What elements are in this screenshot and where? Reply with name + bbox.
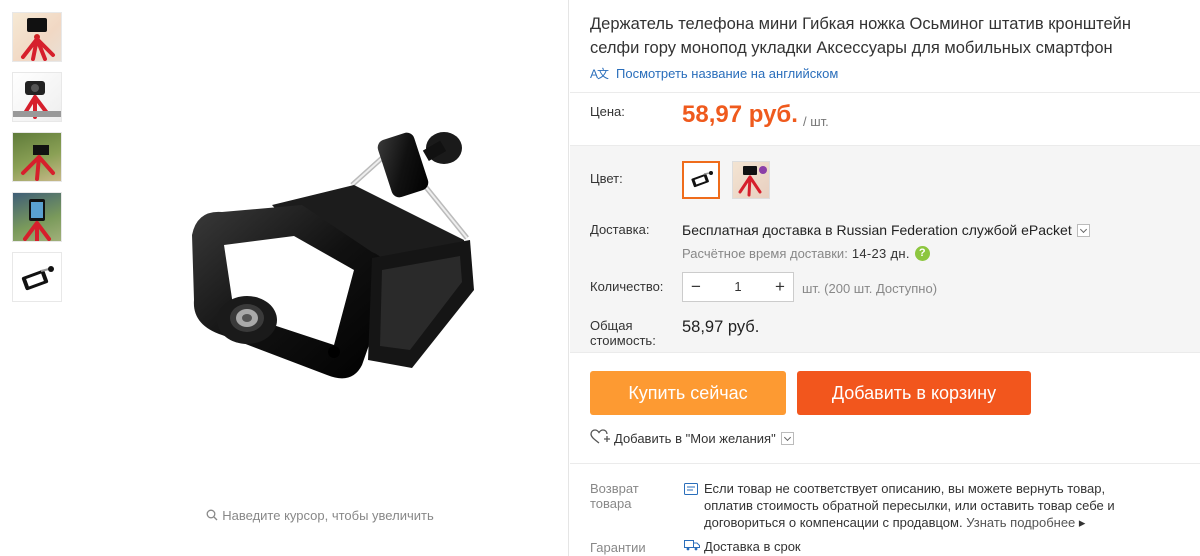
quantity-input[interactable] — [709, 273, 767, 301]
translate-link-text[interactable]: Посмотреть название на английском — [616, 66, 838, 81]
quantity-minus-button[interactable]: − — [683, 273, 709, 301]
wishlist-text: Добавить в "Мои желания" — [614, 431, 776, 446]
column-divider — [568, 0, 569, 556]
color-label: Цвет: — [590, 171, 623, 186]
main-product-image[interactable]: Наведите курсор, чтобы увеличить — [72, 0, 568, 556]
translate-link[interactable]: A文 Посмотреть название на английском — [590, 65, 838, 82]
delivery-estimate: Расчётное время доставки: 14-23 дн. ? — [682, 246, 930, 261]
thumbnail-5[interactable] — [12, 252, 62, 302]
color-swatch-tripod[interactable] — [732, 161, 770, 199]
heart-plus-icon — [590, 429, 610, 448]
returns-label: Возврат товара — [590, 481, 639, 511]
product-page: Наведите курсор, чтобы увеличить Держате… — [0, 0, 1200, 556]
zoom-hint: Наведите курсор, чтобы увеличить — [72, 508, 568, 524]
add-to-cart-button[interactable]: Добавить в корзину — [797, 371, 1031, 415]
product-title: Держатель телефона мини Гибкая ножка Ось… — [590, 15, 1132, 57]
zoom-hint-text: Наведите курсор, чтобы увеличить — [222, 508, 434, 523]
price-value: 58,97 руб. — [682, 101, 798, 128]
shipping-selector[interactable]: Бесплатная доставка в Russian Federation… — [682, 222, 1090, 238]
quantity-plus-button[interactable]: + — [767, 273, 793, 301]
eta-label: Расчётное время доставки: — [682, 246, 848, 261]
document-icon — [684, 482, 698, 499]
quantity-available: шт. (200 шт. Доступно) — [802, 281, 938, 296]
help-icon[interactable]: ? — [914, 246, 930, 261]
price-unit: / шт. — [803, 114, 829, 129]
color-swatch-holder[interactable] — [682, 161, 720, 199]
product-info-panel: Держатель телефона мини Гибкая ножка Ось… — [570, 0, 1200, 556]
shipping-text: Бесплатная доставка в Russian Federation… — [682, 222, 1072, 238]
guarantee-label: Гарантии — [590, 540, 646, 555]
magnifier-icon — [206, 509, 218, 524]
divider — [570, 92, 1200, 93]
price-label: Цена: — [590, 104, 625, 119]
eta-days: 14-23 дн. — [851, 246, 910, 261]
quantity-stepper: − + — [682, 272, 794, 302]
divider — [570, 463, 1200, 464]
phone-holder-image — [192, 132, 474, 379]
guarantee-item: Доставка в срок — [684, 539, 801, 554]
shipping-label: Доставка: — [590, 222, 650, 237]
chevron-down-icon[interactable] — [780, 432, 794, 445]
thumbnail-1[interactable] — [12, 12, 62, 62]
translate-icon: A文 — [590, 67, 609, 81]
thumbnail-3[interactable] — [12, 132, 62, 182]
quantity-label: Количество: — [590, 279, 664, 294]
returns-body: Если товар не соответствует описанию, вы… — [704, 480, 1154, 531]
thumbnail-2[interactable] — [12, 72, 62, 122]
add-to-wishlist[interactable]: Добавить в "Мои желания" — [590, 429, 794, 448]
buy-now-button[interactable]: Купить сейчас — [590, 371, 786, 415]
chevron-down-icon[interactable] — [1076, 223, 1090, 237]
total-value: 58,97 руб. — [682, 318, 760, 336]
truck-icon — [684, 539, 700, 554]
thumbnail-list — [12, 12, 62, 312]
guarantee-text: Доставка в срок — [704, 539, 801, 554]
total-label: Общая стоимость: — [590, 318, 656, 348]
thumbnail-4[interactable] — [12, 192, 62, 242]
returns-more-link[interactable]: Узнать подробнее — [966, 515, 1085, 530]
